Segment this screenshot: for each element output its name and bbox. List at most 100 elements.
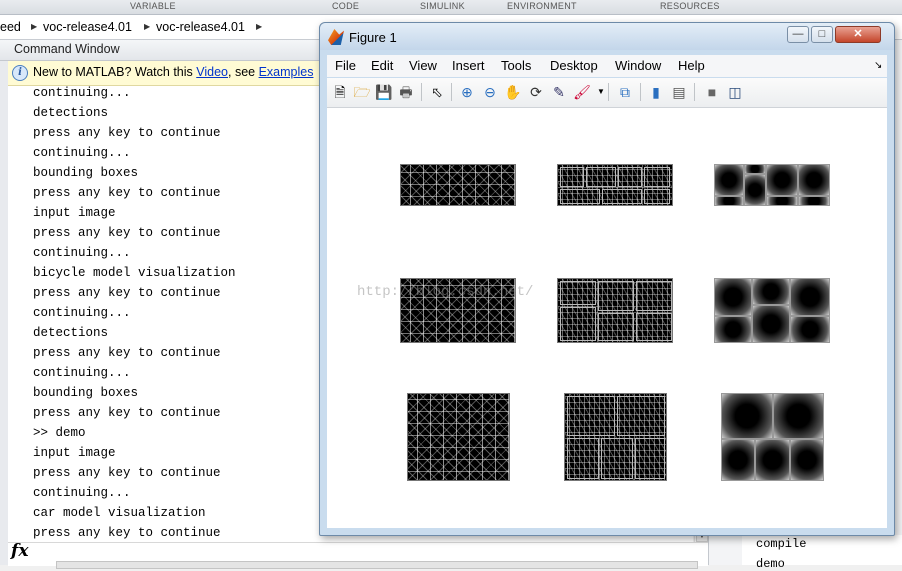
menu-window[interactable]: Window (615, 58, 661, 73)
ribbon-tab-environment[interactable]: ENVIRONMENT (507, 1, 577, 11)
print-icon[interactable]: 🖶 (396, 82, 416, 102)
figure-axes-area[interactable] (327, 108, 887, 528)
video-link[interactable]: Video (196, 65, 228, 79)
command-prompt-bar[interactable]: fx (8, 541, 708, 569)
legend-icon[interactable]: ▤ (669, 82, 689, 102)
ribbon-tabs: VARIABLE CODE SIMULINK ENVIRONMENT RESOU… (0, 0, 902, 15)
output-line: press any key to continue (33, 126, 221, 140)
file-item-compile[interactable]: compile (756, 537, 806, 551)
ribbon-tab-simulink[interactable]: SIMULINK (420, 1, 465, 11)
info-text-part: New to MATLAB? Watch this (33, 65, 197, 79)
part-box (617, 396, 665, 436)
output-line: press any key to continue (33, 186, 221, 200)
part-box (560, 167, 584, 187)
show-plot-tools-icon[interactable]: ◫ (725, 82, 745, 102)
deformation-cost-cell (766, 164, 798, 196)
part-box (560, 281, 596, 305)
output-line: press any key to continue (33, 286, 221, 300)
deformation-cost-cell (766, 196, 798, 206)
open-icon[interactable]: 🗁 (352, 82, 372, 102)
new-figure-icon[interactable]: 🗎 (330, 82, 350, 102)
part-box (644, 167, 670, 187)
part-box (635, 438, 665, 479)
breadcrumb-arrow-icon[interactable]: ▶ (31, 22, 37, 31)
part-filters-image (557, 164, 673, 206)
zoom-out-icon[interactable]: ⊖ (480, 82, 500, 102)
output-line: press any key to continue (33, 226, 221, 240)
watermark: http://blog.csdn.net/ (357, 284, 534, 300)
current-folder-file-list[interactable]: compile demo (742, 535, 902, 571)
figure-window[interactable]: Figure 1 — □ ✕ File Edit View Insert Too… (319, 22, 895, 536)
brush-icon[interactable]: 🖌 (572, 82, 592, 102)
deformation-cost-cell (714, 316, 752, 343)
menu-file[interactable]: File (335, 58, 356, 73)
command-window-horizontal-scrollbar[interactable] (56, 561, 698, 569)
output-line: press any key to continue (33, 406, 221, 420)
part-box (636, 281, 672, 311)
function-browser-icon[interactable]: fx (11, 541, 28, 561)
output-line: detections (33, 106, 109, 120)
deformation-cost-cell (714, 164, 744, 196)
pointer-icon[interactable]: ⬁ (427, 82, 447, 102)
root-filter-image (407, 393, 510, 481)
output-line: >> demo (33, 426, 86, 440)
colorbar-icon[interactable]: ▮ (646, 82, 666, 102)
data-cursor-icon[interactable]: ✎ (549, 82, 569, 102)
output-line: continuing... (33, 86, 131, 100)
figure-titlebar[interactable]: Figure 1 — □ ✕ (320, 23, 894, 50)
menu-edit[interactable]: Edit (371, 58, 393, 73)
menu-tools[interactable]: Tools (501, 58, 531, 73)
output-line: input image (33, 446, 116, 460)
part-box (560, 307, 596, 341)
minimize-button[interactable]: — (787, 26, 809, 43)
toolbar-separator (694, 83, 695, 101)
command-output-lines: continuing... detections press any key t… (33, 83, 236, 543)
part-box (636, 313, 672, 341)
menu-help[interactable]: Help (678, 58, 705, 73)
part-box (567, 438, 599, 479)
menu-desktop[interactable]: Desktop (550, 58, 598, 73)
examples-link[interactable]: Examples (259, 65, 314, 79)
ribbon-tab-variable[interactable]: VARIABLE (130, 1, 176, 11)
deformation-cost-cell (798, 164, 830, 196)
toolbar-separator (608, 83, 609, 101)
info-icon: i (12, 65, 28, 81)
maximize-button[interactable]: □ (811, 26, 833, 43)
ribbon-tab-code[interactable]: CODE (332, 1, 359, 11)
breadcrumb-arrow-icon[interactable]: ▶ (144, 22, 150, 31)
link-plot-icon[interactable]: ⧉ (615, 82, 635, 102)
pan-icon[interactable]: ✋ (503, 82, 523, 102)
breadcrumb-item[interactable]: voc-release4.01 (43, 20, 132, 34)
ribbon-tab-resources[interactable]: RESOURCES (660, 1, 720, 11)
deformation-cost-cell (790, 278, 830, 316)
hide-plot-tools-icon[interactable]: ■ (702, 82, 722, 102)
output-line: input image (33, 206, 116, 220)
breadcrumb-arrow-icon[interactable]: ▶ (256, 22, 262, 31)
menu-insert[interactable]: Insert (452, 58, 485, 73)
output-line: car model visualization (33, 506, 206, 520)
output-line: bicycle model visualization (33, 266, 236, 280)
file-item-demo[interactable]: demo (756, 557, 785, 571)
deformation-cost-cell (773, 393, 824, 439)
part-box (567, 396, 615, 436)
save-icon[interactable]: 💾 (374, 82, 394, 102)
deformation-cost-cell (752, 305, 790, 343)
menu-view[interactable]: View (409, 58, 437, 73)
part-box (586, 167, 616, 187)
rotate-icon[interactable]: ⟳ (526, 82, 546, 102)
part-box (598, 281, 634, 311)
breadcrumb-item[interactable]: voc-release4.01 (156, 20, 245, 34)
part-box (644, 189, 670, 204)
figure-title: Figure 1 (349, 30, 397, 45)
part-box (601, 438, 633, 479)
output-line: bounding boxes (33, 386, 139, 400)
breadcrumb-item[interactable]: eed (0, 20, 21, 34)
close-button[interactable]: ✕ (835, 26, 881, 43)
toolbar-separator (451, 83, 452, 101)
zoom-in-icon[interactable]: ⊕ (457, 82, 477, 102)
figure-toolbar: 🗎 🗁 💾 🖶 ⬁ ⊕ ⊖ ✋ ⟳ ✎ 🖌 ▼ ⧉ ▮ ▤ ■ ◫ (327, 78, 887, 108)
menubar-dock-arrow-icon[interactable]: ↘ (874, 60, 882, 71)
info-text: New to MATLAB? Watch this Video, see Exa… (33, 65, 313, 79)
part-filters-image (564, 393, 667, 481)
root-filter-image (400, 164, 516, 206)
